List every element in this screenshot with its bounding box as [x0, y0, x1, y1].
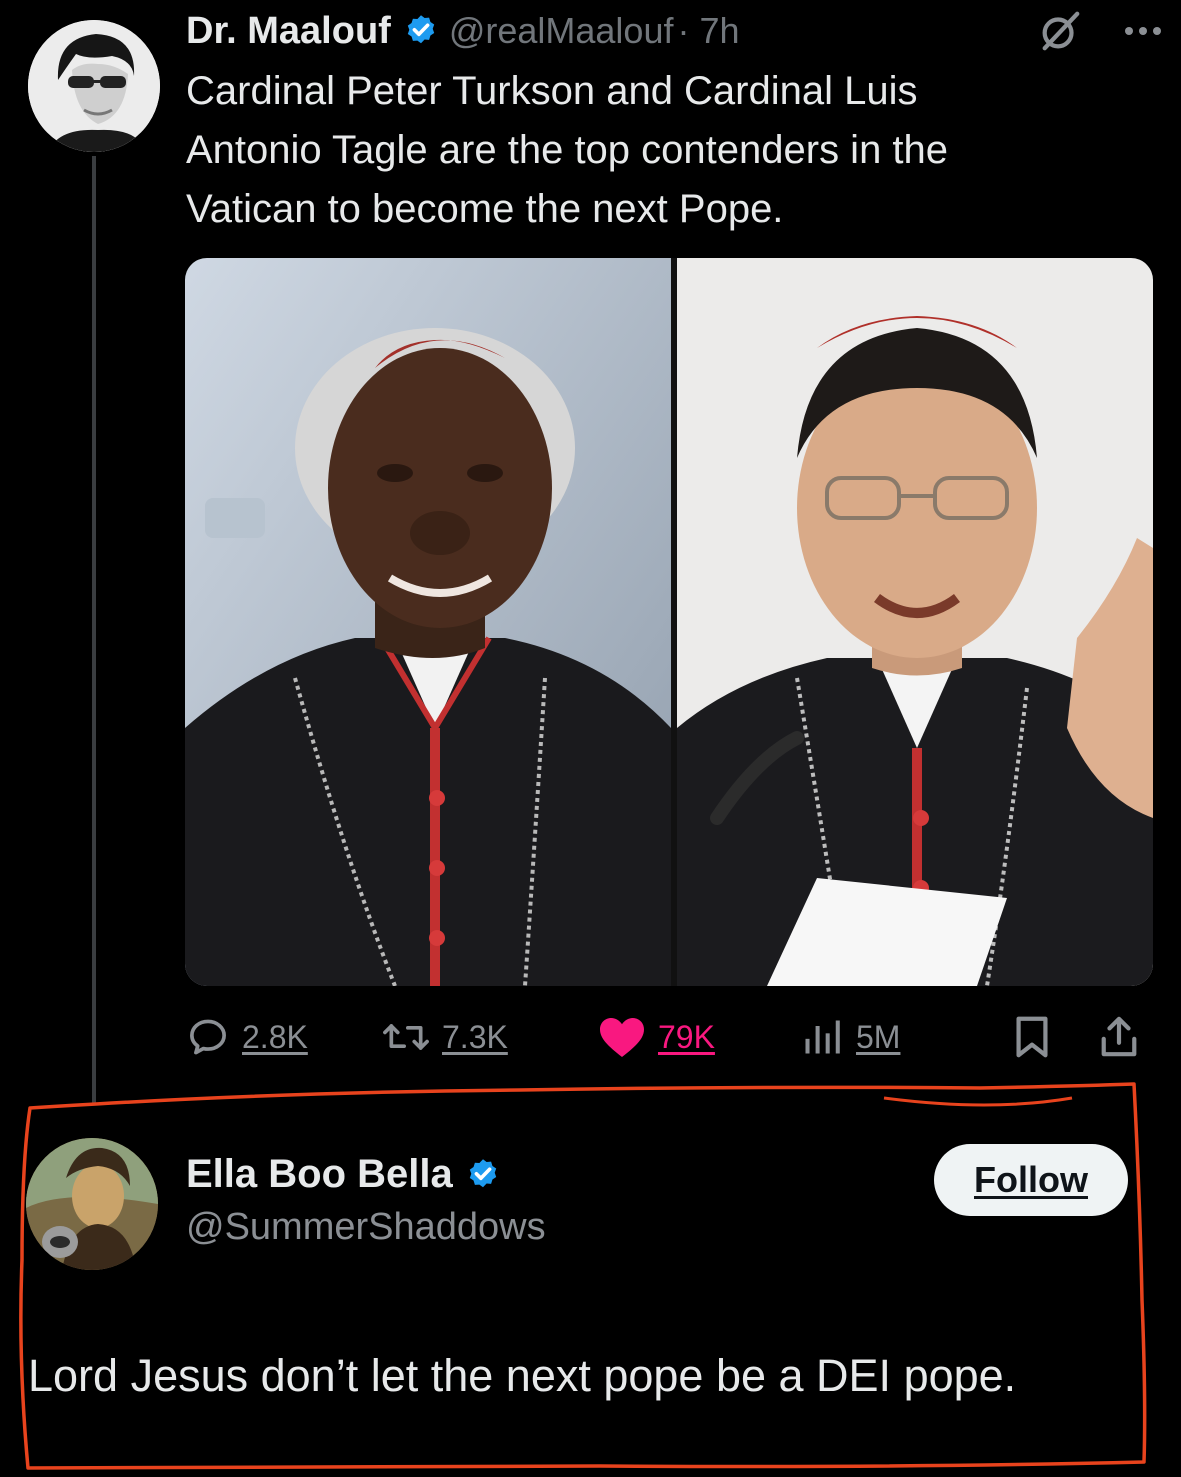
repost-count: 7.3K — [442, 1018, 508, 1055]
author-name[interactable]: Dr. Maalouf — [186, 10, 391, 53]
repost-arrows-icon — [382, 1015, 430, 1059]
share-action[interactable] — [1098, 1008, 1140, 1066]
author-avatar[interactable] — [28, 20, 160, 152]
media-photo-right[interactable] — [677, 258, 1153, 986]
reply-bubble-icon — [186, 1015, 230, 1059]
reply-count: 2.8K — [242, 1018, 308, 1055]
tweet-header: Dr. Maalouf @realMaalouf · 7h — [186, 4, 740, 58]
views-bars-icon — [800, 1015, 844, 1059]
tweet-text: Cardinal Peter Turkson and Cardinal Luis… — [186, 69, 949, 231]
follow-button[interactable]: Follow — [934, 1144, 1128, 1216]
tweet-action-bar: 2.8K 7.3K 79K 5M — [186, 1008, 1152, 1066]
reply-author-handle[interactable]: @SummerShaddows — [186, 1206, 546, 1249]
bookmark-icon — [1012, 1014, 1052, 1060]
like-action[interactable]: 79K — [598, 1008, 715, 1066]
thread-connector-line — [92, 156, 96, 1104]
tweet-top-actions — [1037, 8, 1163, 54]
views-action[interactable]: 5M — [800, 1008, 900, 1066]
views-count: 5M — [856, 1018, 901, 1055]
reply-author-name[interactable]: Ella Boo Bella — [186, 1152, 453, 1197]
heart-icon — [598, 1015, 646, 1059]
verified-badge-icon — [403, 13, 439, 49]
like-count: 79K — [658, 1018, 715, 1055]
reply-header: Ella Boo Bella — [186, 1152, 511, 1197]
reply-text: Lord Jesus don’t let the next pope be a … — [28, 1350, 1017, 1401]
bookmark-action[interactable] — [1012, 1008, 1052, 1066]
grok-icon[interactable] — [1037, 8, 1083, 54]
media-photo-left[interactable] — [185, 258, 671, 986]
reply-action[interactable]: 2.8K — [186, 1008, 308, 1066]
tweet-media[interactable] — [185, 258, 1153, 986]
share-icon — [1098, 1014, 1140, 1060]
author-handle[interactable]: @realMaalouf — [449, 10, 674, 52]
tweet-timestamp[interactable]: · 7h — [677, 10, 739, 52]
reply-author-avatar[interactable] — [26, 1138, 158, 1270]
more-dots-icon[interactable] — [1123, 25, 1163, 37]
verified-badge-icon — [465, 1157, 501, 1193]
repost-action[interactable]: 7.3K — [382, 1008, 508, 1066]
